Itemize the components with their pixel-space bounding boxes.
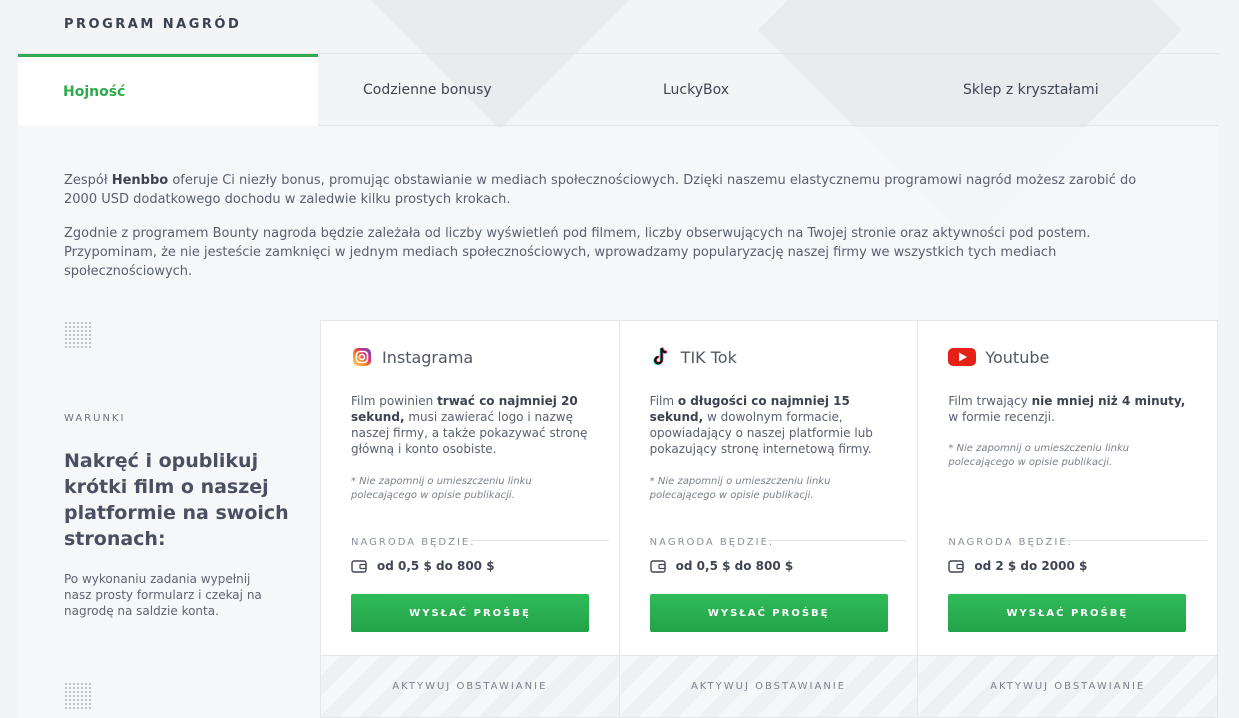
intro-paragraph: Zespół Henbbo oferuje Ci niezły bonus, p… [64, 173, 1137, 207]
reward-label: NAGRODA BĘDZIE: [649, 537, 775, 548]
tab-luckybox[interactable]: LuckyBox [618, 54, 918, 126]
instagram-icon [351, 346, 373, 368]
tab-bar: Hojność Codzienne bonusy LuckyBox Sklep … [18, 54, 1218, 126]
card-requirements: Film powinien trwać co najmniej 20 sekun… [351, 394, 588, 456]
tab-hojnosc[interactable]: Hojność [18, 54, 318, 126]
activate-betting-button[interactable]: AKTYWUJ OBSTAWIANIE [321, 655, 619, 717]
card-header: TIK Tok [650, 346, 737, 368]
conditions-label: WARUNKI [64, 413, 126, 424]
card-title: TIK Tok [680, 347, 737, 367]
card-requirements: Film o długości co najmniej 15 sekund, w… [649, 394, 873, 456]
divider [469, 540, 609, 541]
intro-paragraph-2: Zgodnie z programem Bounty nagroda będzi… [64, 226, 1091, 279]
conditions-title: Nakręć i opublikuj krótki film o naszej … [64, 450, 289, 550]
activate-betting-button[interactable]: AKTYWUJ OBSTAWIANIE [619, 655, 918, 717]
wallet-icon [948, 559, 965, 573]
card-instagram: Instagrama Film powinien trwać co najmni… [321, 321, 620, 717]
tab-sklep-z-krysztalami[interactable]: Sklep z kryształami [918, 54, 1218, 126]
card-requirements: Film trwający nie mniej niż 4 minuty, w … [948, 394, 1186, 424]
card-note: * Nie zapomnij o umieszczeniu linku pole… [649, 476, 831, 501]
activate-betting-button[interactable]: AKTYWUJ OBSTAWIANIE [918, 655, 1218, 717]
tiktok-icon [650, 346, 672, 368]
card-tiktok: TIK Tok Film o długości co najmniej 15 s… [619, 321, 919, 717]
reward-amount: od 0,5 $ do 800 $ [351, 559, 495, 573]
dot-pattern-decoration [64, 682, 92, 710]
card-note: * Nie zapomnij o umieszczeniu linku pole… [948, 443, 1130, 468]
wallet-icon [649, 559, 666, 573]
reward-label: NAGRODA BĘDZIE: [351, 537, 476, 548]
reward-amount: od 0,5 $ do 800 $ [649, 559, 793, 573]
youtube-icon [948, 346, 977, 368]
card-title: Youtube [985, 347, 1050, 367]
send-request-button[interactable]: WYSŁAĆ PROŚBĘ [948, 594, 1187, 632]
conditions-description: Po wykonaniu zadania wypełnij nasz prost… [64, 572, 262, 618]
dot-pattern-decoration [64, 321, 92, 349]
card-header: Instagrama [351, 346, 473, 368]
card-note: * Nie zapomnij o umieszczeniu linku pole… [351, 476, 532, 501]
card-title: Instagrama [382, 347, 474, 367]
wallet-icon [351, 559, 367, 573]
brand-name: Henbbo [111, 173, 169, 188]
card-youtube: Youtube Film trwający nie mniej niż 4 mi… [918, 321, 1218, 717]
platform-cards: Instagrama Film powinien trwać co najmni… [320, 320, 1218, 718]
divider [1066, 540, 1208, 541]
send-request-button[interactable]: WYSŁAĆ PROŚBĘ [649, 594, 888, 632]
reward-label: NAGRODA BĘDZIE: [948, 537, 1073, 548]
card-header: Youtube [948, 346, 1049, 368]
tab-codzienne-bonusy[interactable]: Codzienne bonusy [318, 54, 618, 126]
page-title: PROGRAM NAGRÓD [64, 17, 242, 32]
reward-amount: od 2 $ do 2000 $ [948, 559, 1087, 573]
divider [767, 540, 908, 541]
send-request-button[interactable]: WYSŁAĆ PROŚBĘ [351, 594, 589, 632]
